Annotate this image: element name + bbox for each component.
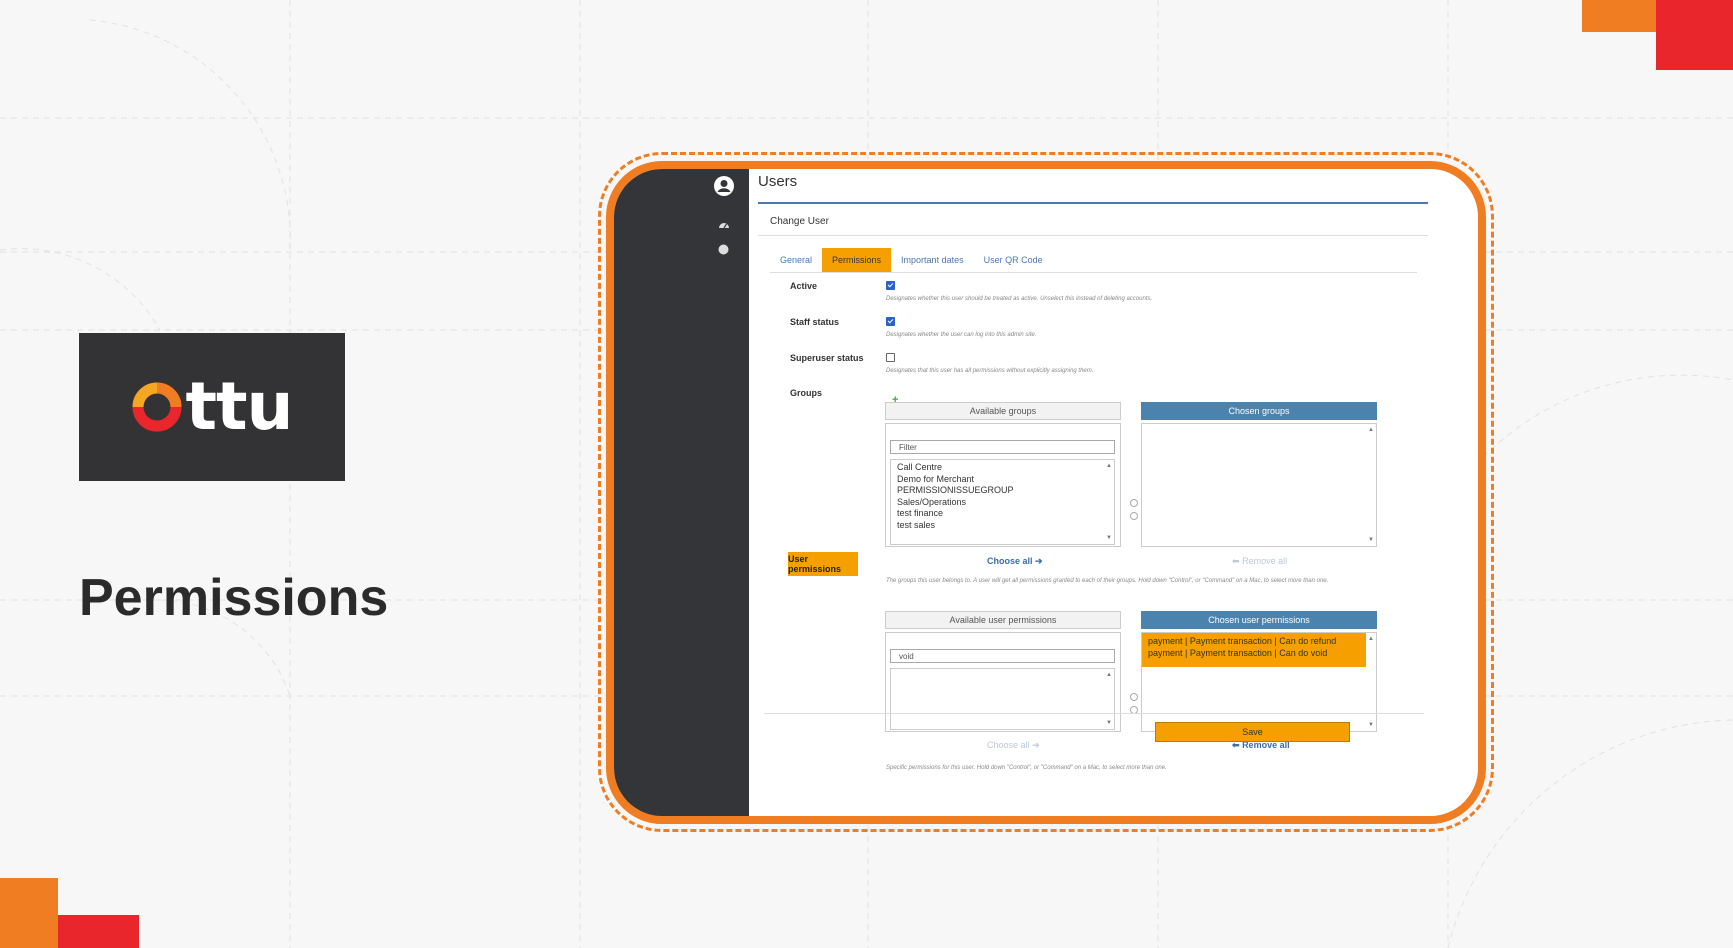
choose-all-label: Choose all — [987, 556, 1033, 566]
scrollbar[interactable]: ▲ ▼ — [1104, 460, 1114, 544]
remove-group-arrow-icon[interactable] — [1130, 512, 1138, 520]
page-title: Users — [758, 173, 798, 190]
list-item[interactable]: Sales/Operations — [891, 497, 1114, 509]
dashboard-icon[interactable] — [718, 219, 730, 229]
slide-title: Permissions — [79, 569, 389, 627]
available-groups-header: Available groups — [885, 402, 1121, 420]
tab-important-dates[interactable]: Important dates — [891, 248, 974, 272]
choose-all-label: Choose all — [987, 740, 1030, 750]
list-item[interactable]: Demo for Merchant — [891, 474, 1114, 486]
header-divider — [758, 202, 1428, 204]
arrow-left-icon: ⬅ — [1232, 556, 1240, 566]
user-permissions-label: User permissions — [788, 552, 858, 576]
remove-all-groups-link[interactable]: ⬅ Remove all — [1232, 556, 1287, 567]
superuser-status-help-text: Designates that this user has all permis… — [886, 368, 1094, 374]
sidebar — [614, 169, 749, 816]
arrow-right-icon: ➔ — [1032, 740, 1040, 750]
add-permission-arrow-icon[interactable] — [1130, 693, 1138, 701]
scrollbar[interactable]: ▲ ▼ — [1366, 424, 1376, 546]
card-title: Change User — [770, 216, 829, 227]
permissions-filter-input[interactable]: void — [890, 649, 1115, 663]
add-group-arrow-icon[interactable] — [1130, 499, 1138, 507]
available-permissions-list[interactable]: ▲ ▼ — [890, 668, 1115, 730]
tab-user-qr-code[interactable]: User QR Code — [974, 248, 1053, 272]
groups-label: Groups — [790, 388, 823, 398]
user-avatar-icon[interactable] — [713, 175, 735, 197]
staff-status-checkbox[interactable] — [886, 317, 895, 326]
tab-bar: General Permissions Important dates User… — [770, 248, 1053, 272]
circle-icon[interactable] — [718, 244, 729, 255]
chosen-permissions-header: Chosen user permissions — [1141, 611, 1377, 629]
choose-all-permissions-link[interactable]: Choose all ➔ — [987, 740, 1040, 751]
list-item[interactable]: payment | Payment transaction | Can do v… — [1142, 648, 1376, 660]
staff-status-label: Staff status — [790, 317, 840, 327]
list-item[interactable]: test finance — [891, 508, 1114, 520]
groups-filter-input[interactable]: Filter — [890, 440, 1115, 454]
available-groups-list[interactable]: Call Centre Demo for Merchant PERMISSION… — [890, 459, 1115, 545]
choose-all-groups-link[interactable]: Choose all ➔ — [987, 556, 1043, 567]
footer-divider — [764, 713, 1424, 714]
app-screenshot: Users Change User General Permissions Im… — [606, 161, 1486, 824]
staff-status-help-text: Designates whether the user can log into… — [886, 332, 1037, 338]
superuser-status-checkbox[interactable] — [886, 353, 895, 362]
card-divider — [758, 235, 1428, 236]
scrollbar[interactable]: ▲ ▼ — [1104, 669, 1114, 729]
list-item[interactable]: test sales — [891, 520, 1114, 532]
corner-decoration-bottom-left — [0, 878, 139, 948]
remove-all-label: Remove all — [1242, 556, 1288, 566]
list-item[interactable]: payment | Payment transaction | Can do r… — [1142, 636, 1376, 648]
groups-help-text: The groups this user belongs to. A user … — [886, 578, 1329, 584]
main-content: Users Change User General Permissions Im… — [749, 169, 1478, 816]
permissions-help-text: Specific permissions for this user. Hold… — [886, 765, 1167, 771]
corner-decoration-top-right — [1582, 0, 1733, 70]
superuser-status-label: Superuser status — [790, 353, 864, 363]
logo-ring-icon — [132, 382, 182, 432]
arrow-right-icon: ➔ — [1035, 556, 1043, 566]
save-button[interactable]: Save — [1155, 722, 1350, 742]
tab-permissions[interactable]: Permissions — [822, 248, 892, 272]
ottu-logo: ttu — [79, 333, 345, 481]
tab-general[interactable]: General — [770, 248, 822, 272]
active-help-text: Designates whether this user should be t… — [886, 296, 1153, 302]
list-item[interactable]: PERMISSIONISSUEGROUP — [891, 485, 1114, 497]
active-checkbox[interactable] — [886, 281, 895, 290]
chosen-groups-header: Chosen groups — [1141, 402, 1377, 420]
scrollbar[interactable]: ▲ ▼ — [1366, 633, 1376, 731]
list-item[interactable]: Call Centre — [891, 462, 1114, 474]
logo-wordmark: ttu — [185, 368, 293, 445]
tabs-divider — [770, 272, 1417, 273]
active-label: Active — [790, 281, 818, 291]
chosen-permissions-list[interactable]: payment | Payment transaction | Can do r… — [1141, 632, 1377, 732]
chosen-groups-list[interactable]: ▲ ▼ — [1141, 423, 1377, 547]
available-permissions-header: Available user permissions — [885, 611, 1121, 629]
